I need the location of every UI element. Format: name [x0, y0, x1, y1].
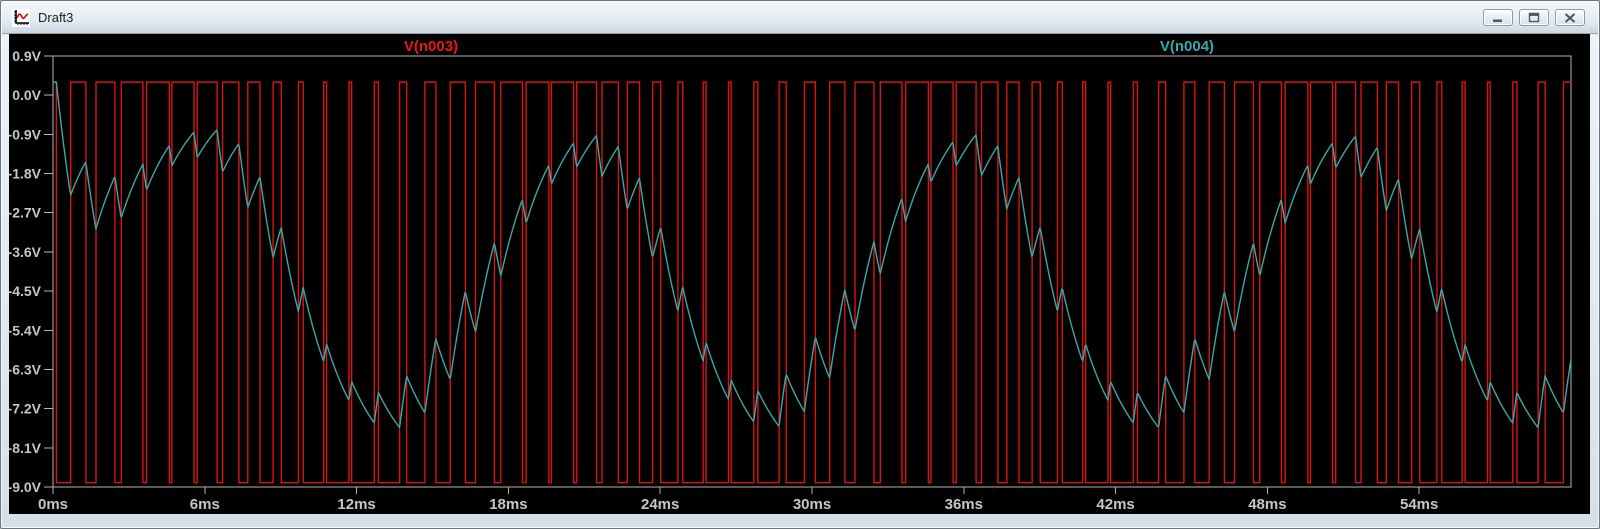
restore-button[interactable]: [1519, 9, 1549, 26]
waveform-plot-icon: [12, 8, 30, 27]
y-tick-label: -9.0V: [9, 479, 42, 495]
x-tick-label: 0ms: [38, 496, 68, 513]
x-tick-label: 36ms: [945, 496, 983, 513]
y-tick-label: -3.6V: [9, 244, 42, 260]
waveform-viewer-window: Draft3 0.9V 0.0V -0.9V -1.8V -2.7V -3.6V -4.: [0, 0, 1600, 529]
minimize-button[interactable]: [1483, 9, 1513, 26]
window-controls: [1483, 9, 1585, 26]
plot-client[interactable]: 0.9V 0.0V -0.9V -1.8V -2.7V -3.6V -4.5V -5.4V -6…: [9, 34, 1590, 514]
x-tick-label: 48ms: [1248, 496, 1286, 513]
y-tick-label: 0.0V: [12, 87, 41, 103]
y-tick-label: -0.9V: [9, 126, 42, 142]
x-tick-label: 12ms: [337, 496, 375, 513]
plot-svg[interactable]: 0.9V 0.0V -0.9V -1.8V -2.7V -3.6V -4.5V -5.4V -6…: [9, 34, 1590, 514]
x-tick-label: 42ms: [1096, 496, 1134, 513]
y-tick-label: -2.7V: [9, 205, 42, 221]
y-tick-label: 0.9V: [12, 48, 41, 64]
y-tick-label: -5.4V: [9, 322, 42, 338]
y-tick-label: -1.8V: [9, 166, 42, 182]
legend-vn004[interactable]: V(n004): [1160, 38, 1214, 55]
y-tick-label: -4.5V: [9, 283, 42, 299]
title-bar[interactable]: Draft3: [2, 2, 1598, 34]
legend-vn003[interactable]: V(n003): [404, 38, 458, 55]
y-tick-label: -6.3V: [9, 361, 42, 377]
minimize-icon: [1493, 19, 1502, 22]
window-title: Draft3: [38, 9, 74, 25]
close-button[interactable]: [1555, 9, 1585, 26]
x-tick-label: 24ms: [641, 496, 679, 513]
x-tick-label: 54ms: [1400, 496, 1438, 513]
restore-icon: [1528, 12, 1540, 23]
x-tick-label: 30ms: [793, 496, 831, 513]
x-tick-label: 18ms: [489, 496, 527, 513]
y-tick-label: -7.2V: [9, 401, 42, 417]
x-tick-label: 6ms: [190, 496, 220, 513]
close-icon: [1564, 12, 1576, 23]
y-tick-label: -8.1V: [9, 440, 42, 456]
